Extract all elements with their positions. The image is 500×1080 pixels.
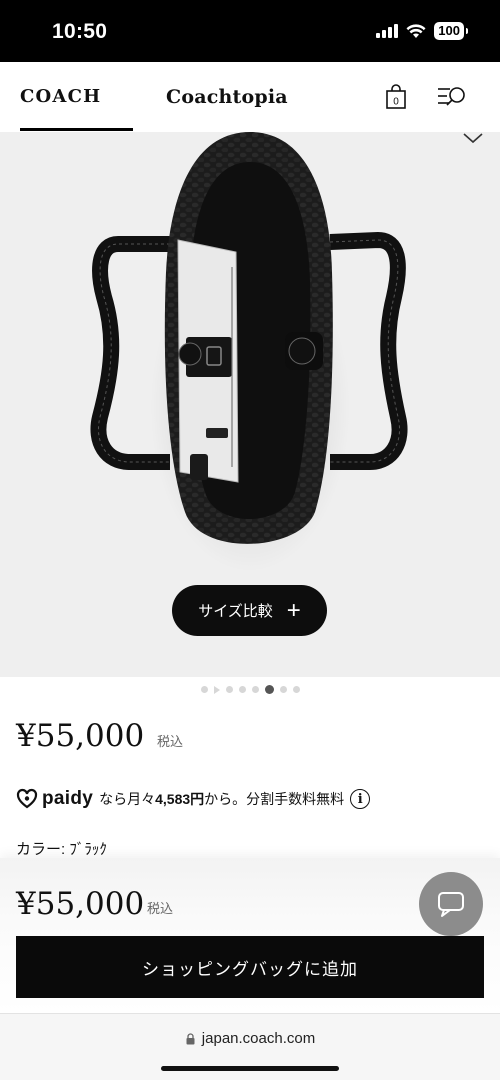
paidy-suffix: から。分割手数料無料 (204, 791, 345, 807)
status-bar: 10:50 100 (0, 0, 500, 62)
sticky-tax-label: 税込 (147, 901, 174, 916)
carousel-dots (0, 685, 500, 694)
product-price: ¥55,000 (16, 718, 145, 754)
carousel-dot[interactable] (279, 686, 287, 693)
paidy-wordmark: paidy (42, 788, 94, 809)
carousel-dot[interactable] (213, 686, 220, 694)
home-indicator[interactable] (161, 1066, 339, 1071)
browser-address-bar: japan.coach.com (0, 1013, 500, 1080)
chevron-down-icon[interactable] (462, 132, 484, 146)
url-field[interactable]: japan.coach.com (0, 1030, 500, 1047)
site-header: COACH Coachtopia 0 (0, 62, 500, 132)
bag-count: 0 (393, 97, 399, 108)
shopping-bag-button[interactable]: 0 (384, 84, 408, 110)
lock-icon (186, 1032, 195, 1044)
chat-icon (438, 892, 464, 917)
carousel-dot-active[interactable] (264, 685, 274, 694)
product-image-carousel[interactable]: サイズ比較 + (0, 132, 500, 677)
coachtopia-tab[interactable]: Coachtopia (166, 86, 288, 108)
sticky-price: ¥55,000 (16, 886, 145, 922)
size-compare-button[interactable]: サイズ比較 + (172, 585, 327, 636)
status-time: 10:50 (52, 20, 108, 43)
status-icons: 100 (376, 22, 468, 40)
url-text: japan.coach.com (201, 1030, 316, 1047)
size-compare-label: サイズ比較 (198, 603, 273, 620)
carousel-dot[interactable] (238, 686, 246, 693)
coach-logo[interactable]: COACH (20, 86, 101, 107)
paidy-installment-row: paidy なら月々 4,583円 から。分割手数料無料 i (16, 788, 371, 810)
active-brand-underline (20, 128, 133, 131)
signal-icon (376, 24, 399, 38)
shopping-bag-icon: 0 (386, 84, 406, 109)
carousel-dot[interactable] (200, 686, 208, 693)
add-to-bag-button[interactable]: ショッピングバッグに追加 (16, 936, 484, 998)
carousel-dot[interactable] (225, 686, 233, 693)
tax-label: 税込 (157, 734, 184, 749)
carousel-dot[interactable] (251, 686, 259, 693)
plus-icon: + (286, 596, 301, 624)
carousel-dot[interactable] (292, 686, 300, 693)
paidy-logo-icon (16, 788, 38, 809)
paidy-logo: paidy (16, 788, 93, 810)
menu-search-button[interactable] (436, 84, 468, 110)
paidy-prefix: なら月々 (99, 791, 156, 807)
menu-search-icon (438, 87, 465, 106)
wifi-icon (406, 23, 426, 38)
info-icon[interactable]: i (350, 789, 371, 809)
color-label: カラー: ﾌﾞﾗｯｸ (16, 841, 107, 858)
sticky-purchase-bar: ¥55,000 税込 ショッピングバッグに追加 (0, 858, 500, 1013)
chat-button[interactable] (419, 872, 483, 936)
paidy-monthly-amount: 4,583円 (155, 791, 205, 807)
battery-indicator: 100 (434, 22, 468, 40)
